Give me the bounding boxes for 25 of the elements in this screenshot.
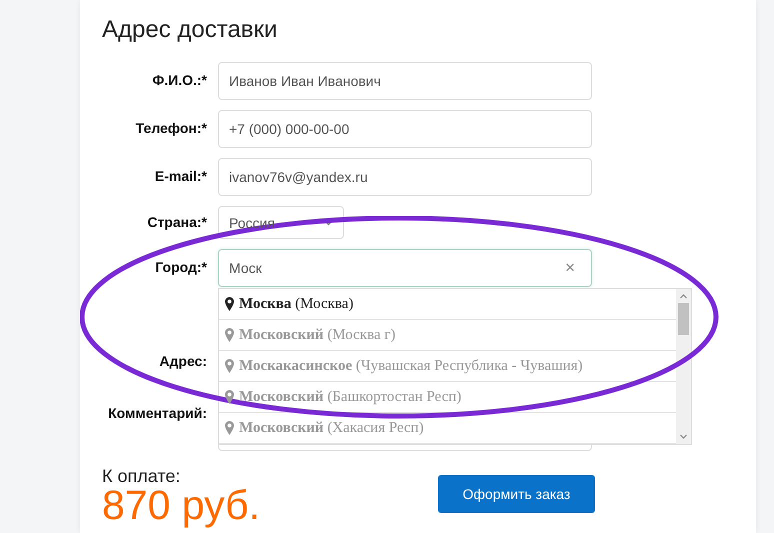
scrollbar[interactable] [676, 289, 691, 444]
map-pin-icon [225, 297, 234, 311]
map-pin-icon [225, 359, 234, 373]
field-label: E-mail:* [154, 168, 207, 184]
city-search-field[interactable]: Моск × [218, 249, 592, 287]
input-field[interactable]: Иванов Иван Иванович [218, 62, 592, 100]
payment-label: К оплате: [102, 467, 182, 485]
field-label: Город:* [155, 259, 207, 275]
suggestion-item[interactable]: Москва (Москва) [219, 289, 676, 320]
map-pin-icon [225, 390, 234, 404]
field-label: Ф.И.О.:* [152, 72, 207, 88]
submit-order-button[interactable]: Оформить заказ [438, 475, 595, 513]
section-title: Адрес доставки [101, 15, 278, 45]
map-pin-icon [225, 328, 234, 342]
field-label: Комментарий: [108, 405, 207, 421]
payment-amount: 870 руб. [102, 485, 261, 525]
field-label: Телефон:* [136, 120, 207, 136]
country-select[interactable]: Россия [218, 206, 344, 239]
field-label: Адрес: [159, 353, 207, 369]
clear-button[interactable]: × [565, 258, 575, 278]
field-label: Страна:* [147, 214, 207, 230]
map-pin-icon [225, 421, 234, 435]
scroll-thumb[interactable] [678, 303, 689, 335]
input-field[interactable]: ivanov76v@yandex.ru [218, 158, 592, 196]
input-field[interactable]: +7 (000) 000-00-00 [218, 110, 592, 148]
